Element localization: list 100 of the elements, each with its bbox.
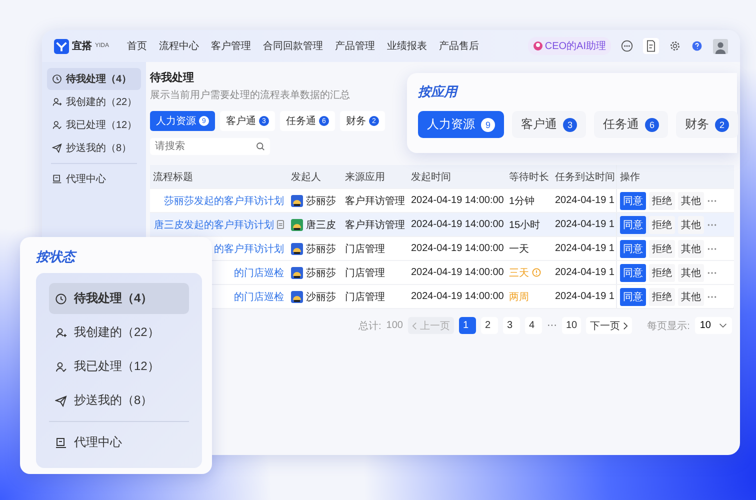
page-button[interactable]: 4: [524, 317, 542, 334]
action-button[interactable]: 拒绝: [649, 216, 675, 234]
initiator-name: 莎丽莎: [306, 266, 336, 280]
user-plus-icon: [55, 326, 67, 338]
action-button[interactable]: 其他: [678, 216, 704, 234]
user-avatar[interactable]: [713, 38, 728, 54]
process-link[interactable]: 莎丽莎发起的客户拜访计划: [164, 194, 284, 208]
more-icon[interactable]: [621, 40, 633, 52]
more-icon[interactable]: [707, 222, 717, 226]
search-field[interactable]: 请搜索: [150, 138, 270, 155]
nav-link[interactable]: 首页: [127, 39, 148, 53]
table-cell-text: 2024-04-19 1: [554, 219, 616, 230]
sidebar-item[interactable]: 我已处理（12）: [47, 114, 141, 136]
column-header: 流程标题: [152, 170, 194, 184]
table-cell-text: 客户拜访管理: [344, 218, 406, 232]
document-icon[interactable]: [643, 38, 659, 54]
table-cell-text: 2024-04-19 1: [554, 267, 616, 278]
more-icon[interactable]: [707, 294, 717, 298]
more-icon[interactable]: [707, 198, 717, 202]
page-button[interactable]: 2: [480, 317, 498, 334]
next-page-button[interactable]: 下一页: [586, 317, 632, 334]
sidebar-item[interactable]: 抄送我的（8）: [47, 137, 141, 159]
nav-link[interactable]: 客户管理: [211, 39, 252, 53]
settings-icon[interactable]: [669, 40, 681, 52]
column-header: 发起人: [290, 170, 322, 184]
nav-link[interactable]: 合同回款管理: [263, 39, 324, 53]
table-cell-text: 2024-04-19 14:00:00: [410, 219, 505, 230]
page-button[interactable]: 10: [562, 317, 582, 334]
sidebar-item[interactable]: 代理中心: [47, 168, 141, 190]
action-button[interactable]: 同意: [620, 240, 646, 258]
column-header: 等待时长: [508, 170, 550, 184]
app-tab[interactable]: 任务通 6: [594, 111, 668, 138]
assistant-icon: [532, 41, 543, 51]
more-icon[interactable]: [707, 246, 717, 250]
column-header: 操作: [616, 165, 734, 188]
sidebar-item[interactable]: 待我处理（4）: [47, 68, 141, 90]
card-title: 按应用: [418, 83, 460, 101]
action-button[interactable]: 其他: [678, 192, 704, 210]
nav-link[interactable]: 流程中心: [159, 39, 200, 53]
action-button[interactable]: 同意: [620, 264, 646, 282]
wait-duration: 一天: [509, 242, 529, 256]
total-label: 总计:: [358, 320, 382, 332]
book-icon: [55, 436, 67, 448]
process-link[interactable]: 的门店巡检: [234, 266, 284, 280]
wait-duration: 15小时: [509, 218, 540, 232]
ai-assistant-button[interactable]: CEO的AI助理: [528, 37, 611, 55]
column-header: 发起时间: [410, 170, 452, 184]
action-button[interactable]: 其他: [678, 240, 704, 258]
action-button[interactable]: 其他: [678, 264, 704, 282]
page-button[interactable]: 3: [502, 317, 520, 334]
page-subtitle: 展示当前用户需要处理的流程表单数据的汇总: [150, 88, 350, 102]
page-button[interactable]: 1: [458, 317, 476, 334]
table-cell-text: 2024-04-19 14:00:00: [410, 195, 505, 206]
nav-link[interactable]: 产品管理: [335, 39, 376, 53]
app-tab[interactable]: 客户通 3: [512, 111, 586, 138]
nav-link[interactable]: 产品售后: [439, 39, 480, 53]
paper-plane-icon: [55, 394, 67, 406]
table-cell-text: 2024-04-19 14:00:00: [410, 267, 505, 278]
status-menu-item[interactable]: 抄送我的（8）: [49, 385, 189, 416]
table-cell-text: 门店管理: [344, 242, 386, 256]
action-button[interactable]: 同意: [620, 288, 646, 306]
table-cell-text: 2024-04-19 1: [554, 195, 616, 206]
chevron-left-icon: [412, 322, 417, 330]
card-title: 按状态: [36, 248, 78, 266]
process-link[interactable]: 的门店巡检: [234, 290, 284, 304]
clock-icon: [55, 292, 67, 304]
total-count: 100: [386, 320, 403, 331]
more-icon[interactable]: [707, 270, 717, 274]
action-button[interactable]: 同意: [620, 216, 646, 234]
action-button[interactable]: 拒绝: [649, 264, 675, 282]
nav-link[interactable]: 业绩报表: [387, 39, 428, 53]
status-menu-item[interactable]: 待我处理（4）: [49, 283, 189, 314]
process-link[interactable]: 唐三皮发起的客户拜访计划: [154, 218, 274, 232]
action-button[interactable]: 拒绝: [649, 240, 675, 258]
user-plus-icon: [52, 97, 62, 107]
chevron-down-icon: [719, 323, 727, 328]
action-button[interactable]: 拒绝: [649, 288, 675, 306]
page-title: 待我处理: [150, 70, 195, 85]
app-tab[interactable]: 人力资源 9: [418, 111, 504, 138]
action-button[interactable]: 拒绝: [649, 192, 675, 210]
table-cell-text: 2024-04-19 14:00:00: [410, 243, 505, 254]
page-size-dropdown[interactable]: 10: [694, 317, 732, 334]
process-link[interactable]: 的客户拜访计划: [214, 242, 284, 256]
sidebar-item[interactable]: 我创建的（22）: [47, 91, 141, 113]
paper-plane-icon: [52, 143, 62, 153]
table-cell-text: 2024-04-19 1: [554, 291, 616, 302]
table-row[interactable]: 唐三皮发起的客户拜访计划 唐三皮 客户拜访管理 2024-04-19 14:00:00 15小时 2024-04-19 1 同意 拒绝 其他: [150, 213, 734, 237]
help-icon[interactable]: [691, 40, 703, 52]
wait-duration: 1分钟: [509, 194, 535, 208]
status-menu-item[interactable]: 代理中心: [49, 427, 189, 458]
status-menu-item[interactable]: 我创建的（22）: [49, 317, 189, 348]
status-menu-item[interactable]: 我已处理（12）: [49, 351, 189, 382]
user-check-icon: [52, 120, 62, 130]
column-header: 来源应用: [344, 170, 386, 184]
action-button[interactable]: 其他: [678, 288, 704, 306]
initiator-name: 莎丽莎: [306, 242, 336, 256]
app-tab[interactable]: 财务 2: [676, 111, 738, 138]
action-button[interactable]: 同意: [620, 192, 646, 210]
page-ellipsis: ···: [546, 320, 557, 331]
initiator-name: 唐三皮: [306, 218, 336, 232]
